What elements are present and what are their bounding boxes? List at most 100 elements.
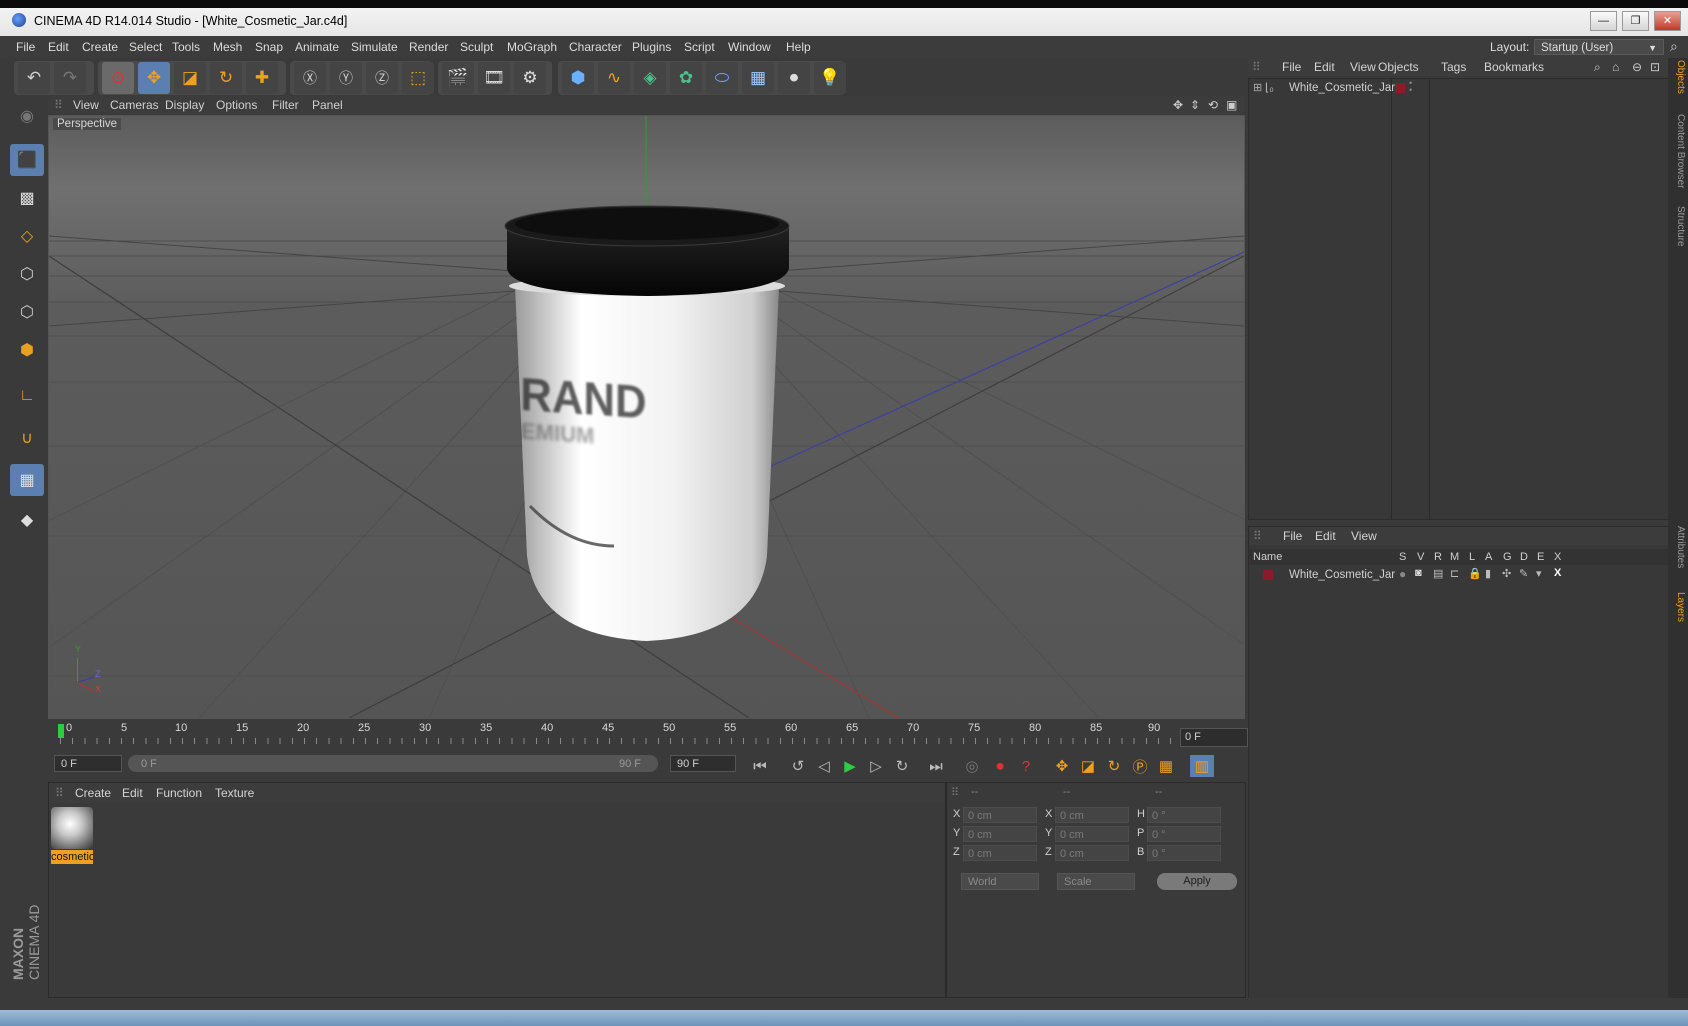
layer-menu-file[interactable]: File [1283, 529, 1302, 543]
y-axis-lock-icon[interactable]: Ⓨ [330, 62, 362, 94]
start-frame-field[interactable]: 0 F [54, 755, 122, 772]
spline-pen-icon[interactable]: ∿ [598, 62, 630, 94]
menu-simulate[interactable]: Simulate [351, 40, 398, 54]
menu-character[interactable]: Character [569, 40, 622, 54]
material-thumbnail[interactable] [51, 807, 93, 849]
scale-tool-icon[interactable]: ◪ [174, 62, 206, 94]
go-to-start-icon[interactable]: ⏮ [748, 755, 772, 777]
viewport-menu-cameras[interactable]: Cameras [110, 98, 159, 112]
lock-icon[interactable]: 🔒 [1468, 567, 1482, 580]
close-button[interactable]: ✕ [1654, 11, 1681, 31]
rot-b-field[interactable]: 0 ° [1147, 845, 1221, 861]
parameter-key-icon[interactable]: Ⓟ [1128, 755, 1152, 777]
go-to-end-icon[interactable]: ⏭ [924, 755, 948, 777]
rotate-tool-icon[interactable]: ↻ [210, 62, 242, 94]
pos-x-field[interactable]: 0 cm [963, 807, 1037, 823]
rot-p-field[interactable]: 0 ° [1147, 826, 1221, 842]
solo-toggle-icon[interactable]: ● [1399, 567, 1406, 581]
layout-dropdown[interactable]: Startup (User) ▼ [1534, 39, 1664, 55]
timeline-window-icon[interactable]: ▥ [1190, 755, 1214, 777]
material-name-label[interactable]: cosmetic [51, 850, 93, 864]
tab-objects[interactable]: Objects [1670, 60, 1686, 94]
object-menu-tags[interactable]: Tags [1441, 60, 1466, 74]
camera-object-icon[interactable]: ⏺ [778, 62, 810, 94]
3d-viewport[interactable]: Perspective RAND EMIUM Y Z X [48, 115, 1245, 719]
texture-mode-icon[interactable]: ▩ [10, 182, 44, 214]
menu-mesh[interactable]: Mesh [213, 40, 242, 54]
timeline-ruler[interactable]: 0 5 10 15 20 25 30 35 40 45 50 55 60 65 … [48, 722, 1244, 748]
x-axis-lock-icon[interactable]: Ⓧ [294, 62, 326, 94]
render-view-icon[interactable]: 🎬 [442, 62, 474, 94]
polygons-mode-icon[interactable]: ⬢ [10, 334, 44, 366]
pla-key-icon[interactable]: ▦ [1154, 755, 1178, 777]
menu-help[interactable]: Help [786, 40, 811, 54]
maximize-button[interactable]: ❐ [1622, 11, 1649, 31]
position-key-icon[interactable]: ✥ [1050, 755, 1074, 777]
viewport-menu-filter[interactable]: Filter [272, 98, 299, 112]
menu-mograph[interactable]: MoGraph [507, 40, 557, 54]
current-frame-marker[interactable] [58, 724, 64, 738]
model-mode-icon[interactable]: ⬛ [10, 144, 44, 176]
rotate-view-icon[interactable]: ⟲ [1208, 98, 1218, 112]
tab-attributes[interactable]: Attributes [1670, 526, 1686, 568]
object-name[interactable]: White_Cosmetic_Jar [1289, 82, 1395, 94]
filter-icon[interactable]: ⊖ [1632, 60, 1642, 74]
menu-plugins[interactable]: Plugins [632, 40, 671, 54]
pan-view-icon[interactable]: ✥ [1173, 98, 1183, 112]
menu-select[interactable]: Select [129, 40, 162, 54]
snap-settings-icon[interactable]: ◆ [10, 504, 44, 536]
next-frame-icon[interactable]: ▷ [864, 755, 888, 777]
menu-window[interactable]: Window [728, 40, 771, 54]
zoom-view-icon[interactable]: ⇕ [1190, 98, 1200, 112]
search-icon[interactable]: ⌕ [1670, 38, 1678, 55]
floor-object-icon[interactable]: ▦ [742, 62, 774, 94]
play-icon[interactable]: ▶ [838, 755, 862, 777]
rotation-key-icon[interactable]: ↻ [1102, 755, 1126, 777]
pos-y-field[interactable]: 0 cm [963, 826, 1037, 842]
cube-object-icon[interactable]: ⬢ [562, 62, 594, 94]
make-editable-icon[interactable]: ◉ [10, 100, 44, 132]
deformer-icon[interactable]: ⬭ [706, 62, 738, 94]
menu-file[interactable]: File [16, 40, 35, 54]
layer-color-swatch[interactable] [1395, 83, 1405, 93]
material-menu-function[interactable]: Function [156, 786, 202, 800]
viewport-menu-options[interactable]: Options [216, 98, 257, 112]
tab-layers[interactable]: Layers [1670, 592, 1686, 622]
workplane-mode-icon[interactable]: ◇ [10, 220, 44, 252]
viewport-menu-panel[interactable]: Panel [312, 98, 343, 112]
live-select-icon[interactable]: ⊙ [102, 62, 134, 94]
new-window-icon[interactable]: ⊡ [1650, 60, 1660, 74]
visibility-dots[interactable]: • • [1409, 79, 1412, 95]
layer-name[interactable]: White_Cosmetic_Jar [1289, 569, 1395, 581]
autokey-icon[interactable]: ⏺ [988, 755, 1012, 777]
search-icon[interactable]: ⌕ [1594, 60, 1601, 75]
render-picture-viewer-icon[interactable]: 🎞 [478, 62, 510, 94]
material-menu-create[interactable]: Create [75, 786, 111, 800]
points-mode-icon[interactable]: ⬡ [10, 258, 44, 290]
end-frame-field[interactable]: 90 F [670, 755, 736, 772]
record-keys-icon[interactable]: ◎ [960, 755, 984, 777]
apply-button[interactable]: Apply [1157, 873, 1237, 890]
menu-script[interactable]: Script [684, 40, 715, 54]
manager-toggle-icon[interactable]: ⊏ [1450, 567, 1459, 580]
layer-color-swatch[interactable] [1263, 570, 1273, 580]
material-menu-edit[interactable]: Edit [122, 786, 143, 800]
z-axis-lock-icon[interactable]: Ⓩ [366, 62, 398, 94]
home-icon[interactable]: ⌂ [1612, 60, 1619, 74]
object-menu-file[interactable]: File [1282, 60, 1301, 74]
menu-animate[interactable]: Animate [295, 40, 339, 54]
tab-structure[interactable]: Structure [1670, 206, 1686, 247]
maximize-view-icon[interactable]: ▣ [1226, 98, 1237, 112]
layer-menu-edit[interactable]: Edit [1315, 529, 1336, 543]
object-menu-objects[interactable]: Objects [1378, 60, 1419, 74]
animation-toggle-icon[interactable]: ▮ [1485, 567, 1491, 580]
transform-tool-icon[interactable]: ✚ [246, 62, 278, 94]
prev-frame-icon[interactable]: ◁ [812, 755, 836, 777]
magnet-icon[interactable]: ∪ [10, 422, 44, 454]
size-y-field[interactable]: 0 cm [1055, 826, 1129, 842]
frame-range-slider[interactable]: 0 F 90 F [128, 755, 658, 772]
size-x-field[interactable]: 0 cm [1055, 807, 1129, 823]
redo-icon[interactable]: ↷ [54, 62, 86, 94]
viewport-menu-display[interactable]: Display [165, 98, 204, 112]
undo-icon[interactable]: ↶ [18, 62, 50, 94]
